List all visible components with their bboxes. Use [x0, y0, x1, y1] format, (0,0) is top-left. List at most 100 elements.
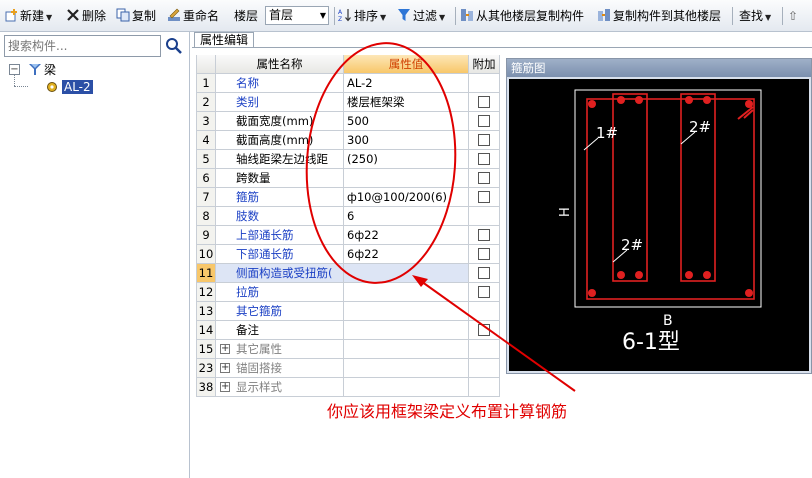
property-value-cell[interactable] [344, 340, 469, 359]
property-value-cell[interactable] [344, 359, 469, 378]
property-name: 侧面构造或受扭筋( [236, 266, 333, 280]
property-row[interactable]: 4 截面高度(mm) 300 [196, 131, 500, 150]
find-button[interactable]: 查找 ▼ [739, 6, 771, 26]
append-cell [469, 112, 500, 131]
property-name-cell: 截面高度(mm) [216, 131, 344, 150]
property-row[interactable]: 6 跨数量 [196, 169, 500, 188]
property-value-cell[interactable] [344, 302, 469, 321]
property-value-cell[interactable] [344, 378, 469, 397]
append-cell [469, 321, 500, 340]
property-value-cell[interactable]: AL-2 [344, 74, 469, 93]
expand-plus-icon[interactable]: + [220, 382, 230, 392]
append-cell [469, 264, 500, 283]
property-row[interactable]: 1 名称 AL-2 [196, 74, 500, 93]
grid-header-name[interactable]: 属性名称 [216, 55, 344, 74]
property-name-cell: 类别 [216, 93, 344, 112]
row-number: 10 [196, 245, 216, 264]
property-row[interactable]: 9 上部通长筋 6ф22 [196, 226, 500, 245]
property-row[interactable]: 8 肢数 6 [196, 207, 500, 226]
copy-from-floor-button[interactable]: 从其他楼层复制构件 [460, 6, 584, 26]
property-name: 类别 [236, 95, 259, 109]
filter-label: 过滤 [413, 9, 438, 23]
copy-to-floor-button[interactable]: 复制构件到其他楼层 [597, 6, 721, 26]
floor-select[interactable]: 首层 ▼ [265, 6, 329, 25]
move-up-button[interactable]: ⇧ [788, 6, 798, 26]
property-value-cell[interactable]: 楼层框架梁 [344, 93, 469, 112]
tree-connector [14, 74, 15, 86]
bar-2-top-label: 2# [689, 118, 711, 136]
copy-button[interactable]: 复制 [116, 6, 156, 26]
property-value-cell[interactable]: 300 [344, 131, 469, 150]
append-checkbox[interactable] [478, 191, 490, 203]
expand-plus-icon[interactable]: + [220, 344, 230, 354]
property-value-cell[interactable] [344, 264, 469, 283]
property-value-cell[interactable] [344, 283, 469, 302]
stirrup-diagram-title: 箍筋图 [507, 59, 811, 77]
property-name: 备注 [236, 323, 259, 337]
append-checkbox[interactable] [478, 286, 490, 298]
property-row[interactable]: 10 下部通长筋 6ф22 [196, 245, 500, 264]
property-value-cell[interactable]: 6ф22 [344, 226, 469, 245]
append-cell [469, 302, 500, 321]
sort-button[interactable]: A Z 排序 ▼ [338, 6, 386, 26]
append-checkbox[interactable] [478, 115, 490, 127]
chevron-down-icon: ▼ [319, 11, 326, 20]
append-checkbox[interactable] [478, 267, 490, 279]
property-row[interactable]: 38 + 显示样式 [196, 378, 500, 397]
search-icon[interactable] [164, 36, 184, 56]
property-value-cell[interactable]: (250) [344, 150, 469, 169]
property-name: 下部通长筋 [236, 247, 294, 261]
append-checkbox[interactable] [478, 153, 490, 165]
annotation-note: 你应该用框架梁定义布置计算钢筋 [327, 402, 568, 421]
property-row[interactable]: 11 侧面构造或受扭筋( [196, 264, 500, 283]
find-label: 查找 [739, 9, 764, 23]
property-value-cell[interactable]: ф10@100/200(6) [344, 188, 469, 207]
append-checkbox[interactable] [478, 229, 490, 241]
property-value-cell[interactable]: 6ф22 [344, 245, 469, 264]
search-input[interactable]: 搜索构件... [4, 35, 161, 57]
property-row[interactable]: 13 其它箍筋 [196, 302, 500, 321]
property-value-cell[interactable] [344, 169, 469, 188]
property-row[interactable]: 3 截面宽度(mm) 500 [196, 112, 500, 131]
new-button[interactable]: 新建 ▼ [4, 6, 52, 26]
property-row[interactable]: 7 箍筋 ф10@100/200(6) [196, 188, 500, 207]
dimension-b-label: B [663, 313, 673, 329]
dropdown-arrow-icon: ▼ [439, 13, 446, 22]
property-value-cell[interactable]: 500 [344, 112, 469, 131]
delete-button[interactable]: 删除 [66, 6, 106, 26]
append-cell [469, 378, 500, 397]
row-number: 6 [196, 169, 216, 188]
property-row[interactable]: 23 + 锚固搭接 [196, 359, 500, 378]
property-name-cell: 其它箍筋 [216, 302, 344, 321]
expand-plus-icon[interactable]: + [220, 363, 230, 373]
toolbar-divider [732, 7, 733, 25]
property-name: 拉筋 [236, 285, 259, 299]
property-row[interactable]: 5 轴线距梁左边线距 (250) [196, 150, 500, 169]
append-checkbox[interactable] [478, 172, 490, 184]
toolbar-divider [334, 7, 335, 25]
property-name: 其它箍筋 [236, 304, 282, 318]
filter-button[interactable]: 过滤 ▼ [397, 6, 445, 26]
append-cell [469, 74, 500, 93]
arrow-up-icon: ⇧ [788, 9, 799, 23]
append-checkbox[interactable] [478, 324, 490, 336]
tree-node-al-2[interactable]: AL-2 [46, 79, 93, 95]
property-name: 上部通长筋 [236, 228, 294, 242]
property-value: 6ф22 [347, 247, 379, 261]
property-row[interactable]: 12 拉筋 [196, 283, 500, 302]
rename-button[interactable]: 重命名 [167, 6, 219, 26]
grid-header-corner [196, 55, 216, 74]
property-row[interactable]: 14 备注 [196, 321, 500, 340]
append-checkbox[interactable] [478, 96, 490, 108]
append-checkbox[interactable] [478, 248, 490, 260]
property-row[interactable]: 2 类别 楼层框架梁 [196, 93, 500, 112]
grid-header-add[interactable]: 附加 [469, 55, 500, 74]
property-row[interactable]: 15 + 其它属性 [196, 340, 500, 359]
property-value-cell[interactable] [344, 321, 469, 340]
toolbar-divider [455, 7, 456, 25]
append-checkbox[interactable] [478, 134, 490, 146]
grid-header-value[interactable]: 属性值 [344, 55, 469, 74]
tree-node-beam[interactable]: 梁 [28, 62, 56, 78]
tab-property-edit[interactable]: 属性编辑 [194, 32, 254, 48]
property-value-cell[interactable]: 6 [344, 207, 469, 226]
